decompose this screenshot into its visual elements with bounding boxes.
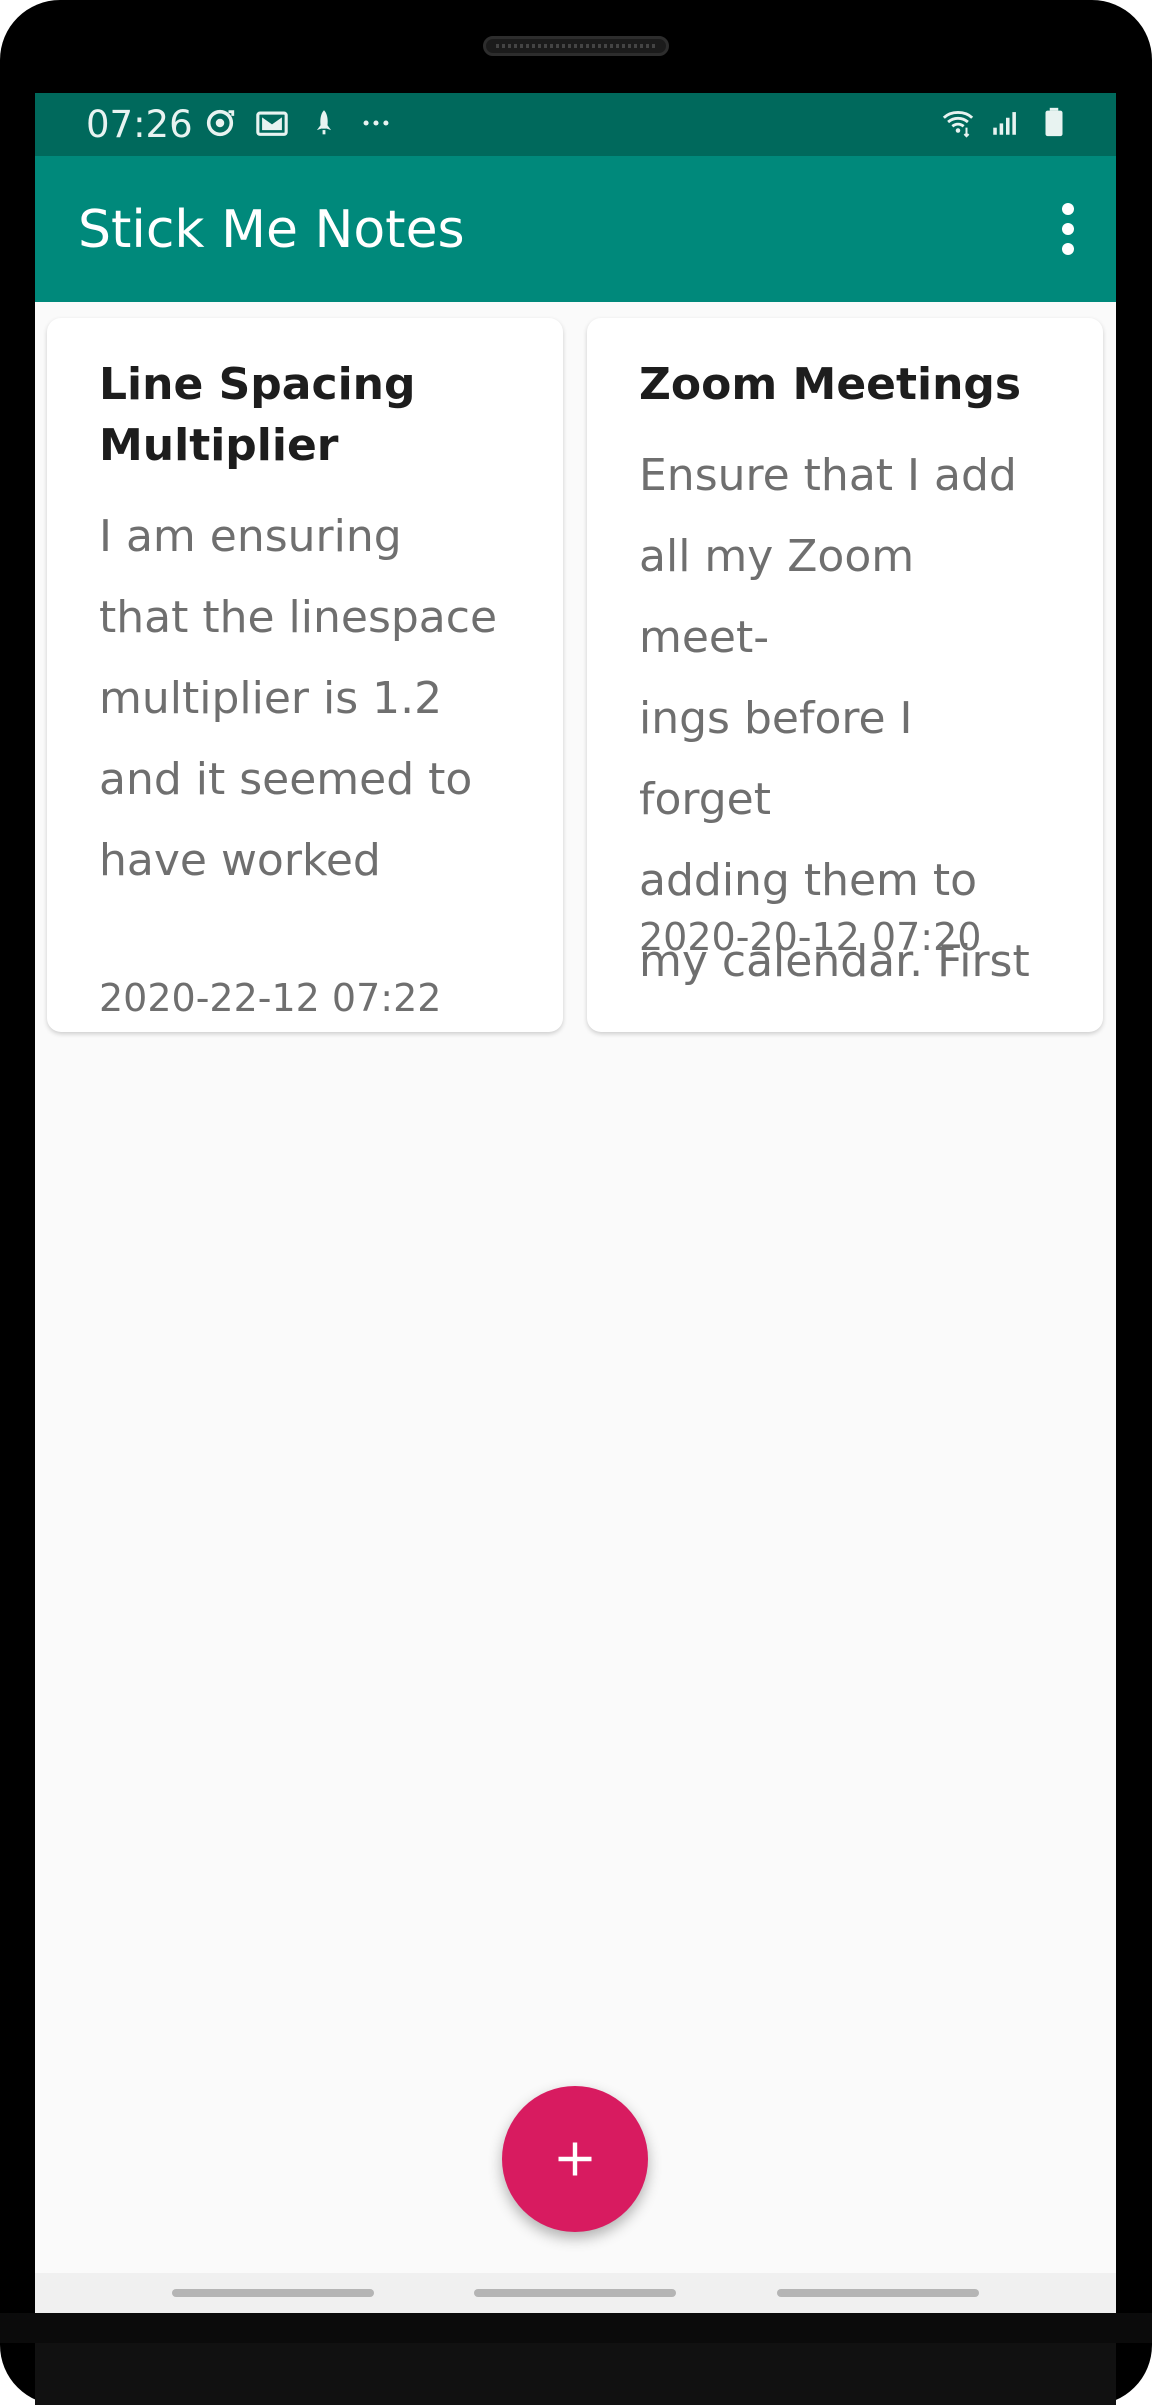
status-time: 07:26: [86, 103, 193, 146]
dot: [1062, 223, 1074, 235]
nav-recents-handle[interactable]: [172, 2289, 374, 2297]
more-dots-icon: [359, 106, 393, 140]
battery-icon: [1037, 105, 1071, 139]
app-title: Stick Me Notes: [78, 200, 465, 260]
dot: [1062, 243, 1074, 255]
signal-icon: [989, 105, 1023, 139]
earpiece-speaker: [483, 36, 669, 56]
app-bar: Stick Me Notes: [35, 156, 1116, 302]
status-bar: 07:26: [35, 93, 1116, 156]
nav-back-handle[interactable]: [777, 2289, 979, 2297]
rocket-icon: [307, 106, 341, 140]
gmail-icon: [255, 106, 289, 140]
phone-frame: 07:26 Stick Me Notes Line Spacing Multip…: [0, 0, 1152, 2405]
chin: [35, 2343, 1116, 2405]
dot: [1062, 203, 1074, 215]
sync-icon: [203, 106, 237, 140]
bottom-bezel: [0, 2313, 1152, 2343]
note-card[interactable]: Line Spacing Multiplier I am ensuring th…: [47, 318, 563, 1032]
nav-home-handle[interactable]: [474, 2289, 676, 2297]
add-note-button[interactable]: [502, 2086, 648, 2232]
system-icons: [941, 105, 1071, 139]
notification-icons: [203, 106, 393, 140]
more-vert-icon[interactable]: [1048, 196, 1088, 262]
note-card[interactable]: Zoom Meetings Ensure that I add all my Z…: [587, 318, 1103, 1032]
screen: 07:26 Stick Me Notes Line Spacing Multip…: [35, 93, 1116, 2313]
note-date: 2020-22-12 07:22: [99, 976, 442, 1020]
note-title: Zoom Meetings: [639, 359, 1022, 410]
note-date: 2020-20-12 07:20: [639, 915, 982, 959]
note-body: I am ensuring that the linespace multipl…: [99, 511, 498, 886]
plus-icon: [553, 2137, 597, 2181]
wifi-icon: [941, 105, 975, 139]
note-title: Line Spacing Multiplier: [99, 359, 416, 471]
